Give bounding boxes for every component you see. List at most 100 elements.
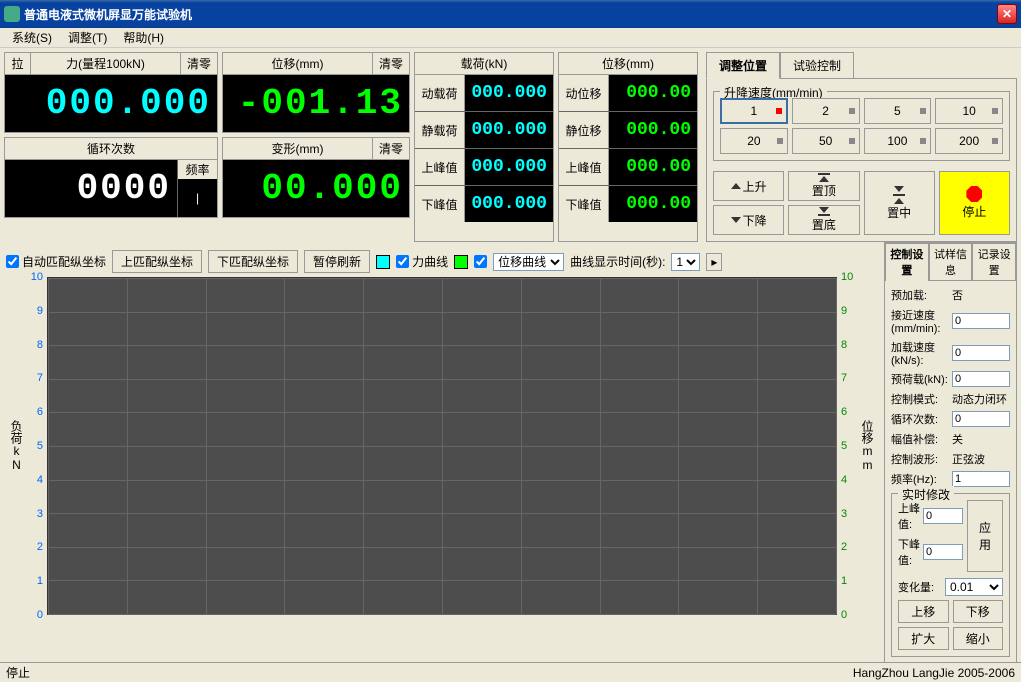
load-row-value: 000.000 [465,75,553,111]
load-row-value: 000.000 [465,149,553,185]
time-apply-button[interactable]: ▸ [706,253,722,271]
realtime-title: 实时修改 [898,486,954,503]
speed-option[interactable]: 200 [935,128,1003,154]
amp-label: 幅值补偿: [891,431,952,447]
wave-value: 正弦波 [952,451,1010,467]
auto-y-checkbox[interactable]: 自动匹配纵坐标 [6,253,106,270]
load-row-label: 静载荷 [415,112,465,148]
copyright-text: HangZhou LangJie 2005-2006 [853,666,1015,680]
disp-color-swatch[interactable] [454,255,468,269]
speed-option[interactable]: 5 [864,98,932,124]
left-tick-label: 4 [37,474,45,486]
move-top-button[interactable]: 置顶 [788,171,859,201]
left-tick-label: 5 [37,440,45,452]
app-icon [4,6,20,22]
right-tick-label: 7 [839,372,847,384]
preloadval-input[interactable] [952,371,1010,387]
cycles-label: 循环次数 [5,138,217,159]
right-axis-title: 位移mm [855,277,880,615]
fit-down-button[interactable]: 下匹配纵坐标 [208,250,298,273]
cycles-value: 0000 [5,160,177,217]
left-axis-title: 负荷kN [4,277,29,615]
move-up-btn[interactable]: 上移 [898,600,949,623]
load-data-panel: 载荷(kN) 动载荷000.000 静载荷000.000 上峰值000.000 … [414,52,554,242]
upper-input[interactable] [923,508,963,524]
chart-container: 负荷kN 012345678910 012345678910 位移mm [4,277,880,615]
pause-refresh-button[interactable]: 暂停刷新 [304,250,370,273]
move-center-button[interactable]: 置中 [864,171,935,235]
force-curve-checkbox[interactable]: 力曲线 [396,253,448,270]
right-tick-label: 2 [839,541,847,553]
menu-system[interactable]: 系统(S) [4,27,60,48]
right-tick-label: 1 [839,575,847,587]
disp-panel: 位移(mm) 清零 -001.13 [222,52,410,133]
disp-label: 位移(mm) [223,53,373,74]
chart-plot-area[interactable] [47,277,837,615]
tab-record-settings[interactable]: 记录设置 [972,243,1016,281]
load-row-label: 上峰值 [415,149,465,185]
chart-toolbar: 自动匹配纵坐标 上匹配纵坐标 下匹配纵坐标 暂停刷新 力曲线 位移曲线 曲线显示… [4,246,880,277]
move-down-button[interactable]: 下降 [713,205,784,235]
menu-bar: 系统(S) 调整(T) 帮助(H) [0,28,1021,48]
force-zero-button[interactable]: 清零 [181,53,217,74]
preload-label: 预加载: [891,287,952,303]
speed-option[interactable]: 20 [720,128,788,154]
left-tick-label: 6 [37,406,45,418]
apply-button[interactable]: 应用 [967,500,1003,572]
move-bottom-button[interactable]: 置底 [788,205,859,235]
fit-up-button[interactable]: 上匹配纵坐标 [112,250,202,273]
cycles-panel: 循环次数 0000 频率 | [4,137,218,218]
left-tick-label: 7 [37,372,45,384]
tab-test-control[interactable]: 试验控制 [780,52,854,79]
window-title: 普通电液式微机屏显万能试验机 [24,6,997,23]
cycles-input[interactable] [952,411,1010,427]
speed-option[interactable]: 1 [720,98,788,124]
stop-button[interactable]: 停止 [939,171,1010,235]
right-tick-label: 9 [839,305,847,317]
zoom-in-btn[interactable]: 扩大 [898,627,949,650]
force-label: 力(量程100kN) [31,53,181,74]
force-color-swatch[interactable] [376,255,390,269]
tab-position[interactable]: 调整位置 [706,52,780,79]
disp-curve-checkbox[interactable] [474,255,487,268]
freq-input[interactable] [952,471,1010,487]
loadspeed-input[interactable] [952,345,1010,361]
menu-adjust[interactable]: 调整(T) [60,27,115,48]
delta-select[interactable]: 0.01 [945,578,1003,596]
move-up-button[interactable]: 上升 [713,171,784,201]
display-time-label: 曲线显示时间(秒): [570,253,665,270]
preloadval-label: 预荷载(kN): [891,371,952,387]
disp-curve-select[interactable]: 位移曲线 [493,253,564,271]
display-time-select[interactable]: 1 [671,253,700,271]
lower-input[interactable] [923,544,963,560]
mode-value: 动态力闭环 [952,391,1010,407]
left-tick-label: 2 [37,541,45,553]
disp-row-label: 下峰值 [559,186,609,222]
left-tick-label: 3 [37,508,45,520]
load-row-value: 000.000 [465,112,553,148]
disp-row-value: 000.00 [609,112,697,148]
mode-label: 控制模式: [891,391,952,407]
freq-separator: | [178,179,217,217]
zoom-out-btn[interactable]: 缩小 [953,627,1004,650]
speed-option[interactable]: 100 [864,128,932,154]
move-down-btn[interactable]: 下移 [953,600,1004,623]
disp-row-value: 000.00 [609,75,697,111]
disp-zero-button[interactable]: 清零 [373,53,409,74]
load-row-label: 下峰值 [415,186,465,222]
speed-option[interactable]: 50 [792,128,860,154]
approach-input[interactable] [952,313,1010,329]
close-button[interactable]: ✕ [997,4,1017,24]
tab-sample-info[interactable]: 试样信息 [929,243,973,281]
tab-control-settings[interactable]: 控制设置 [885,243,929,281]
speed-option[interactable]: 2 [792,98,860,124]
menu-help[interactable]: 帮助(H) [115,27,172,48]
speed-option[interactable]: 10 [935,98,1003,124]
amp-value: 关 [952,431,1010,447]
speed-group: 升降速度(mm/min) 1 2 5 10 20 50 100 200 [713,91,1010,161]
position-controls: 调整位置 试验控制 升降速度(mm/min) 1 2 5 10 20 50 10… [706,52,1017,242]
status-bar: 停止 HangZhou LangJie 2005-2006 [0,662,1021,682]
left-tick-label: 8 [37,339,45,351]
preload-value: 否 [952,287,1010,303]
deform-zero-button[interactable]: 清零 [373,138,409,159]
